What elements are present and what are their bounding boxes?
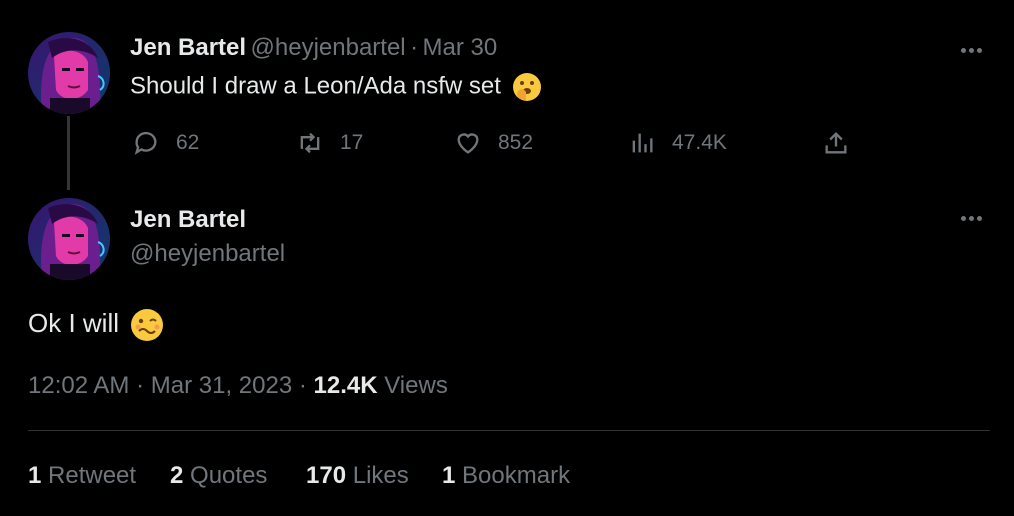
more-options-button[interactable] bbox=[956, 206, 996, 230]
avatar-image bbox=[28, 32, 110, 114]
parent-tweet-header: Jen Bartel @heyjenbartel · Mar 30 bbox=[130, 34, 497, 62]
likes-label: Likes bbox=[352, 462, 409, 489]
parent-tweet-text: Should I draw a Leon/Ada nsfw set bbox=[130, 72, 542, 102]
tweet-text: Ok I will bbox=[28, 308, 119, 338]
views-count: 12.4K bbox=[313, 372, 378, 399]
separator-dot: · bbox=[410, 34, 419, 61]
share-button[interactable] bbox=[822, 128, 866, 158]
like-button[interactable]: 852 bbox=[454, 128, 533, 158]
retweet-button[interactable]: 17 bbox=[296, 128, 363, 158]
tweet-text: Should I draw a Leon/Ada nsfw set bbox=[130, 72, 501, 100]
tweet-date[interactable]: Mar 30 bbox=[423, 34, 498, 61]
retweet-icon bbox=[300, 132, 320, 154]
bookmarks-label: Bookmark bbox=[462, 462, 571, 489]
views-count: 47.4K bbox=[672, 131, 727, 154]
bookmarks-count: 1 bbox=[442, 462, 456, 489]
more-options-button[interactable] bbox=[956, 38, 996, 62]
quotes-stat-link[interactable]: 2 Quotes bbox=[170, 462, 267, 490]
avatar[interactable] bbox=[28, 198, 110, 280]
reply-count: 62 bbox=[176, 131, 200, 154]
divider bbox=[28, 430, 990, 431]
views-label: Views bbox=[384, 372, 448, 399]
avatar-image bbox=[28, 198, 110, 280]
retweets-count: 1 bbox=[28, 462, 42, 489]
likes-count: 170 bbox=[306, 462, 347, 489]
tweet-date[interactable]: Mar 31, 2023 bbox=[151, 372, 292, 399]
retweet-count: 17 bbox=[340, 131, 364, 154]
like-count: 852 bbox=[498, 131, 534, 154]
woozy-face-emoji-icon bbox=[130, 308, 164, 342]
separator-dot: · bbox=[298, 372, 307, 399]
retweets-label: Retweet bbox=[48, 462, 137, 489]
separator-dot: · bbox=[136, 372, 145, 399]
main-tweet-text: Ok I will bbox=[28, 308, 164, 342]
author-name[interactable]: Jen Bartel bbox=[130, 34, 246, 61]
quotes-count: 2 bbox=[170, 462, 184, 489]
face-with-hand-over-mouth-emoji-icon bbox=[512, 72, 542, 102]
reply-icon bbox=[134, 131, 157, 155]
author-name[interactable]: Jen Bartel bbox=[130, 206, 246, 234]
bookmarks-stat-link[interactable]: 1 Bookmark bbox=[442, 462, 570, 490]
heart-icon bbox=[457, 133, 479, 154]
quotes-label: Quotes bbox=[190, 462, 268, 489]
tweet-metadata: 12:02 AM · Mar 31, 2023 · 12.4K Views bbox=[28, 372, 448, 400]
author-handle[interactable]: @heyjenbartel bbox=[251, 34, 406, 61]
views-button[interactable]: 47.4K bbox=[628, 128, 727, 158]
retweets-stat-link[interactable]: 1 Retweet bbox=[28, 462, 136, 490]
likes-stat-link[interactable]: 170 Likes bbox=[306, 462, 409, 490]
author-handle[interactable]: @heyjenbartel bbox=[130, 240, 285, 268]
avatar[interactable] bbox=[28, 32, 110, 114]
reply-button[interactable]: 62 bbox=[132, 128, 199, 158]
share-icon bbox=[825, 132, 847, 154]
analytics-icon bbox=[632, 133, 653, 153]
thread-connector-line bbox=[67, 116, 70, 190]
tweet-time[interactable]: 12:02 AM bbox=[28, 372, 129, 399]
